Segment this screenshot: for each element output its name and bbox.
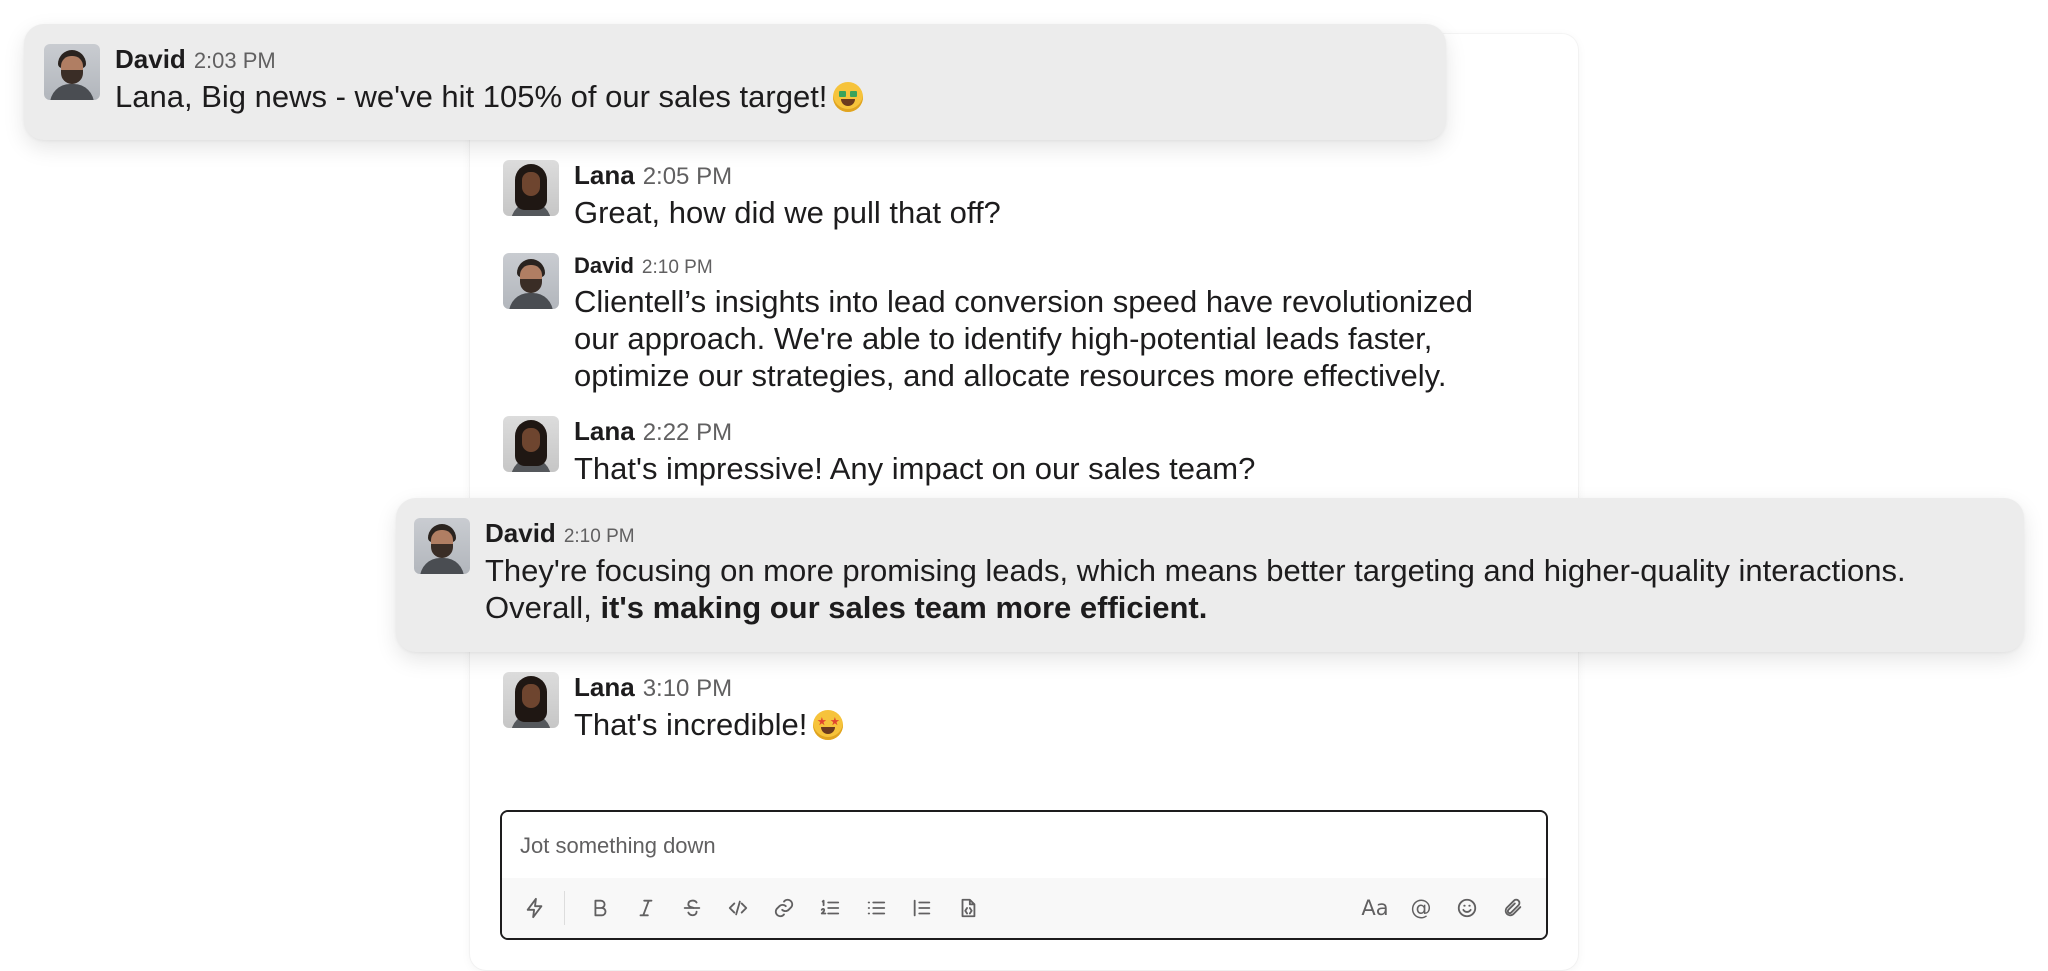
- blockquote-icon[interactable]: [899, 886, 945, 930]
- message-timestamp[interactable]: 2:22 PM: [643, 419, 732, 447]
- message-text: That's incredible!: [574, 706, 844, 743]
- message: Lana 3:10 PM That's incredible!: [503, 672, 844, 743]
- code-icon[interactable]: [715, 886, 761, 930]
- avatar[interactable]: [414, 518, 470, 574]
- message: Lana 2:22 PM That's impressive! Any impa…: [503, 416, 1255, 487]
- author-name[interactable]: David: [485, 518, 556, 549]
- avatar[interactable]: [503, 253, 559, 309]
- message-content: David 2:10 PM They're focusing on more p…: [485, 518, 1906, 626]
- author-name[interactable]: Lana: [574, 416, 635, 447]
- author-name[interactable]: Lana: [574, 160, 635, 191]
- author-name[interactable]: David: [115, 44, 186, 75]
- message-timestamp[interactable]: 2:03 PM: [194, 48, 276, 74]
- mention-icon[interactable]: @: [1398, 886, 1444, 930]
- message: David 2:10 PM Clientell’s insights into …: [503, 253, 1473, 394]
- message-timestamp[interactable]: 2:05 PM: [643, 163, 732, 191]
- text-formatting-icon[interactable]: Aa: [1352, 886, 1398, 930]
- bold-text: it's making our sales team more efficien…: [600, 590, 1208, 625]
- emoji-icon[interactable]: [1444, 886, 1490, 930]
- italic-icon[interactable]: [623, 886, 669, 930]
- star-struck-emoji: [813, 710, 844, 740]
- attachment-icon[interactable]: [1490, 886, 1536, 930]
- message-card: David 2:10 PM They're focusing on more p…: [396, 498, 2024, 652]
- money-mouth-face-emoji: [833, 82, 864, 112]
- toolbar-divider: [564, 891, 565, 925]
- message-composer: Aa @: [500, 810, 1548, 940]
- message-timestamp[interactable]: 2:10 PM: [642, 257, 713, 279]
- message-content: David 2:03 PM Lana, Big news - we've hit…: [115, 44, 864, 115]
- message-content: Lana 2:22 PM That's impressive! Any impa…: [574, 416, 1255, 487]
- shortcuts-icon[interactable]: [512, 886, 558, 930]
- bold-icon[interactable]: [577, 886, 623, 930]
- strikethrough-icon[interactable]: [669, 886, 715, 930]
- message-timestamp[interactable]: 2:10 PM: [564, 526, 635, 548]
- message-content: Lana 2:05 PM Great, how did we pull that…: [574, 160, 1001, 231]
- message-text: They're focusing on more promising leads…: [485, 553, 1906, 625]
- ordered-list-icon[interactable]: [807, 886, 853, 930]
- avatar[interactable]: [503, 416, 559, 472]
- avatar[interactable]: [503, 160, 559, 216]
- composer-toolbar: Aa @: [502, 878, 1546, 938]
- author-name[interactable]: Lana: [574, 672, 635, 703]
- message-content: David 2:10 PM Clientell’s insights into …: [574, 253, 1473, 394]
- message-text: That's impressive! Any impact on our sal…: [574, 451, 1256, 486]
- message-input[interactable]: [502, 812, 1546, 880]
- avatar[interactable]: [503, 672, 559, 728]
- message-content: Lana 3:10 PM That's incredible!: [574, 672, 844, 743]
- link-icon[interactable]: [761, 886, 807, 930]
- author-name[interactable]: David: [574, 253, 634, 279]
- bulleted-list-icon[interactable]: [853, 886, 899, 930]
- message-timestamp[interactable]: 3:10 PM: [643, 675, 732, 703]
- avatar[interactable]: [44, 44, 100, 100]
- message-text: Lana, Big news - we've hit 105% of our s…: [115, 78, 864, 115]
- message: Lana 2:05 PM Great, how did we pull that…: [503, 160, 1001, 231]
- message-text: Clientell’s insights into lead conversio…: [574, 284, 1473, 393]
- message-text: Great, how did we pull that off?: [574, 195, 1001, 230]
- code-block-icon[interactable]: [945, 886, 991, 930]
- message-card: David 2:03 PM Lana, Big news - we've hit…: [24, 24, 1446, 140]
